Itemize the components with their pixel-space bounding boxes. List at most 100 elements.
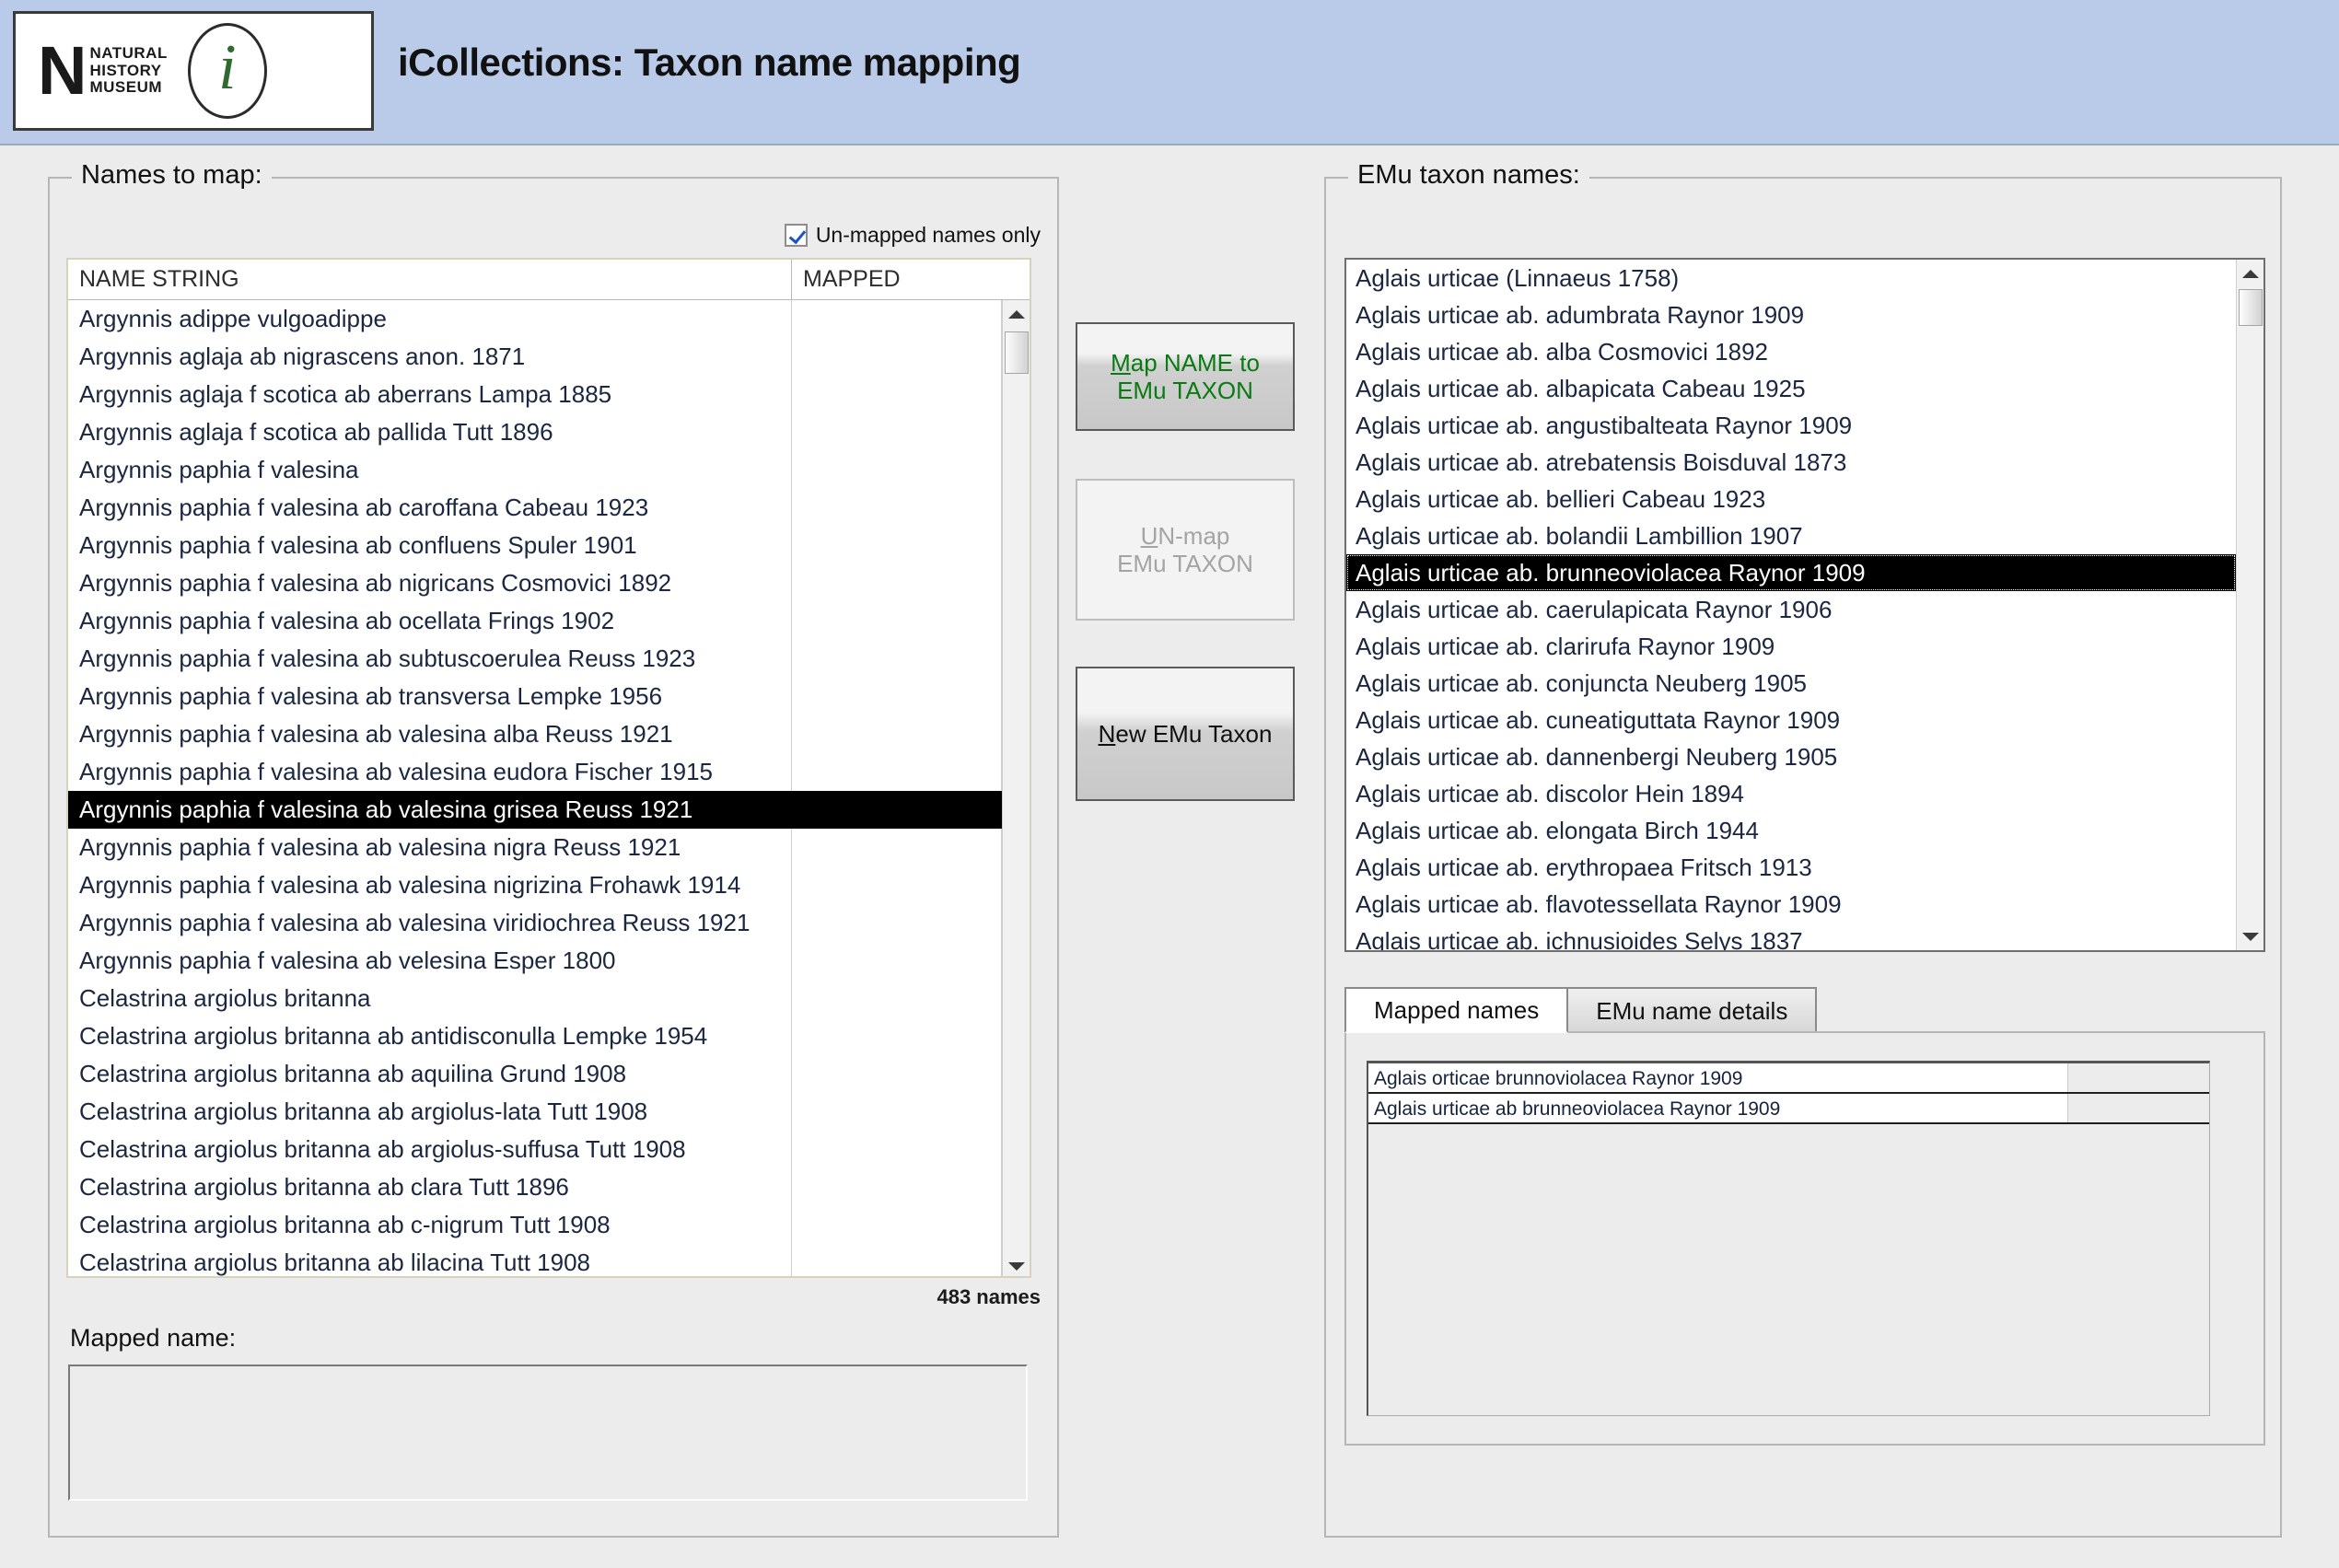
list-item[interactable]: Aglais urticae ab. albapicata Cabeau 192… [1346,370,2236,407]
nhm-word-history: HISTORY [89,61,162,79]
mapped-cell [792,829,1002,866]
mapped-cell [792,564,1002,602]
table-row[interactable]: Argynnis paphia f valesina ab valesina n… [68,866,1030,904]
tab-emu-name-details[interactable]: EMu name details [1566,987,1818,1033]
list-item[interactable]: Aglais urticae ab. discolor Hein 1894 [1346,775,2236,812]
mapped-cell [792,527,1002,564]
list-item[interactable]: Aglais urticae ab. bolandii Lambillion 1… [1346,517,2236,554]
table-row[interactable]: Celastrina argiolus britanna ab antidisc… [68,1017,1030,1055]
column-header-mapped[interactable]: MAPPED [792,260,1002,299]
table-row[interactable]: Celastrina argiolus britanna ab clara Tu… [68,1168,1030,1206]
table-row[interactable]: Argynnis paphia f valesina ab nigricans … [68,564,1030,602]
mapped-name-extra-cell [2068,1094,2209,1122]
list-item[interactable]: Aglais urticae ab. erythropaea Fritsch 1… [1346,849,2236,886]
table-row[interactable]: Argynnis aglaja f scotica ab pallida Tut… [68,413,1030,451]
list-item[interactable]: Aglais urticae ab. flavotessellata Rayno… [1346,886,2236,923]
mapped-cell [792,376,1002,413]
table-row[interactable]: Argynnis paphia f valesina ab subtuscoer… [68,640,1030,678]
list-item[interactable]: Aglais urticae ab. cuneatiguttata Raynor… [1346,702,2236,738]
scroll-down-arrow-icon[interactable] [1003,1252,1030,1276]
logo-box: N NATURAL HISTORY MUSEUM i [13,11,374,131]
icollections-logo-icon: i [187,23,267,119]
list-item[interactable]: Aglais urticae ab. caerulapicata Raynor … [1346,591,2236,628]
list-item[interactable]: Aglais urticae ab. alba Cosmovici 1892 [1346,333,2236,370]
mapped-cell [792,678,1002,715]
table-row[interactable]: Celastrina argiolus britanna ab argiolus… [68,1093,1030,1131]
list-item[interactable]: Aglais urticae ab. conjuncta Neuberg 190… [1346,665,2236,702]
list-item[interactable]: Aglais urticae ab. ichnusioides Selys 18… [1346,923,2236,950]
names-count-label: 483 names [937,1285,1041,1308]
table-row[interactable]: Argynnis paphia f valesina ab valesina a… [68,715,1030,753]
name-string-cell: Celastrina argiolus britanna ab argiolus… [68,1131,792,1168]
emu-scroll-down-arrow-icon[interactable] [2237,923,2263,950]
list-item[interactable]: Aglais urticae ab. adumbrata Raynor 1909 [1346,296,2236,333]
scroll-up-arrow-icon[interactable] [1003,300,1030,328]
mapped-name-textbox[interactable] [68,1365,1028,1501]
unmapped-names-only-checkbox[interactable]: Un-mapped names only [784,223,1041,248]
table-row[interactable]: Argynnis paphia f valesina [68,451,1030,489]
table-row[interactable]: Argynnis paphia f valesina ab caroffana … [68,489,1030,527]
list-item[interactable]: Aglais urticae ab. angustibalteata Rayno… [1346,407,2236,444]
unmap-emu-taxon-button[interactable]: UN-map EMu TAXON [1076,479,1295,621]
emu-list-scrollbar[interactable] [2236,260,2263,950]
emu-scrollbar-thumb[interactable] [2239,289,2263,326]
list-item[interactable]: Aglais urticae ab. brunneoviolacea Rayno… [1346,554,2236,591]
scrollbar-thumb[interactable] [1005,331,1029,374]
mapped-names-tab-panel: Aglais orticae brunnoviolacea Raynor 190… [1344,1031,2265,1446]
table-row[interactable]: Argynnis paphia f valesina ab valesina g… [68,791,1030,829]
list-item[interactable]: Aglais urticae ab. bellieri Cabeau 1923 [1346,481,2236,517]
name-string-cell: Argynnis paphia f valesina ab valesina v… [68,904,792,942]
emu-scroll-up-arrow-icon[interactable] [2237,260,2263,287]
name-string-cell: Argynnis paphia f valesina ab transversa… [68,678,792,715]
names-to-map-table[interactable]: NAME STRING MAPPED Argynnis adippe vulgo… [66,258,1031,1278]
table-row[interactable]: Argynnis paphia f valesina ab ocellata F… [68,602,1030,640]
table-row[interactable]: Celastrina argiolus britanna ab aquilina… [68,1055,1030,1093]
unmap-button-mnemonic: U [1140,521,1158,550]
table-row[interactable]: Celastrina argiolus britanna ab argiolus… [68,1131,1030,1168]
emu-taxon-names-list[interactable]: Aglais urticae (Linnaeus 1758) Aglais urt… [1344,258,2265,952]
table-row[interactable]: Celastrina argiolus britanna [68,980,1030,1017]
table-row[interactable]: Celastrina argiolus britanna ab c-nigrum… [68,1206,1030,1244]
list-item[interactable]: Aglais urticae ab. elongata Birch 1944 [1346,812,2236,849]
tab-mapped-names[interactable]: Mapped names [1344,987,1569,1033]
names-table-body[interactable]: Argynnis adippe vulgoadippe Argynnis agla… [68,300,1030,1276]
name-string-cell: Celastrina argiolus britanna ab antidisc… [68,1017,792,1055]
name-string-cell: Argynnis paphia f valesina ab ocellata F… [68,602,792,640]
mapped-cell [792,489,1002,527]
list-item[interactable]: Aglais urticae ab. clarirufa Raynor 1909 [1346,628,2236,665]
name-string-cell: Argynnis paphia f valesina ab nigricans … [68,564,792,602]
table-row[interactable]: Argynnis paphia f valesina ab valesina e… [68,753,1030,791]
mapped-cell [792,1055,1002,1093]
checkbox-checked-icon[interactable] [784,224,808,247]
names-table-scrollbar[interactable] [1002,300,1030,1276]
mapped-names-row[interactable]: Aglais urticae ab brunneoviolacea Raynor… [1368,1094,2209,1124]
details-tabstrip[interactable]: Mapped names EMu name details [1344,985,2265,1033]
table-row[interactable]: Argynnis paphia f valesina ab confluens … [68,527,1030,564]
mapped-cell [792,300,1002,338]
natural-history-museum-logo: N NATURAL HISTORY MUSEUM [38,36,168,104]
table-row[interactable]: Celastrina argiolus britanna ab lilacina… [68,1244,1030,1276]
list-item[interactable]: Aglais urticae (Linnaeus 1758) [1346,260,2236,296]
mapped-names-table[interactable]: Aglais orticae brunnoviolacea Raynor 190… [1367,1061,2210,1416]
mapped-cell [792,1131,1002,1168]
column-header-name-string[interactable]: NAME STRING [68,260,792,299]
table-row[interactable]: Argynnis paphia f valesina ab valesina n… [68,829,1030,866]
table-row[interactable]: Argynnis paphia f valesina ab transversa… [68,678,1030,715]
list-item[interactable]: Aglais urticae ab. dannenbergi Neuberg 1… [1346,738,2236,775]
name-string-cell: Argynnis adippe vulgoadippe [68,300,792,338]
name-string-cell: Celastrina argiolus britanna ab aquilina… [68,1055,792,1093]
table-row[interactable]: Argynnis aglaja f scotica ab aberrans La… [68,376,1030,413]
name-string-cell: Argynnis paphia f valesina ab confluens … [68,527,792,564]
table-row[interactable]: Argynnis paphia f valesina ab velesina E… [68,942,1030,980]
list-item[interactable]: Aglais urticae ab. atrebatensis Boisduva… [1346,444,2236,481]
mapped-cell [792,1168,1002,1206]
mapped-name-cell: Aglais urticae ab brunneoviolacea Raynor… [1368,1094,2068,1122]
mapped-names-row[interactable]: Aglais orticae brunnoviolacea Raynor 190… [1368,1063,2209,1094]
map-name-to-emu-taxon-button[interactable]: Map NAME to EMu TAXON [1076,322,1295,431]
table-row[interactable]: Argynnis adippe vulgoadippe [68,300,1030,338]
table-row[interactable]: Argynnis paphia f valesina ab valesina v… [68,904,1030,942]
table-row[interactable]: Argynnis aglaja ab nigrascens anon. 1871 [68,338,1030,376]
new-emu-taxon-button[interactable]: New EMu Taxon [1076,667,1295,801]
emu-taxon-list-body[interactable]: Aglais urticae (Linnaeus 1758) Aglais urt… [1346,260,2236,950]
mapped-cell [792,1244,1002,1276]
